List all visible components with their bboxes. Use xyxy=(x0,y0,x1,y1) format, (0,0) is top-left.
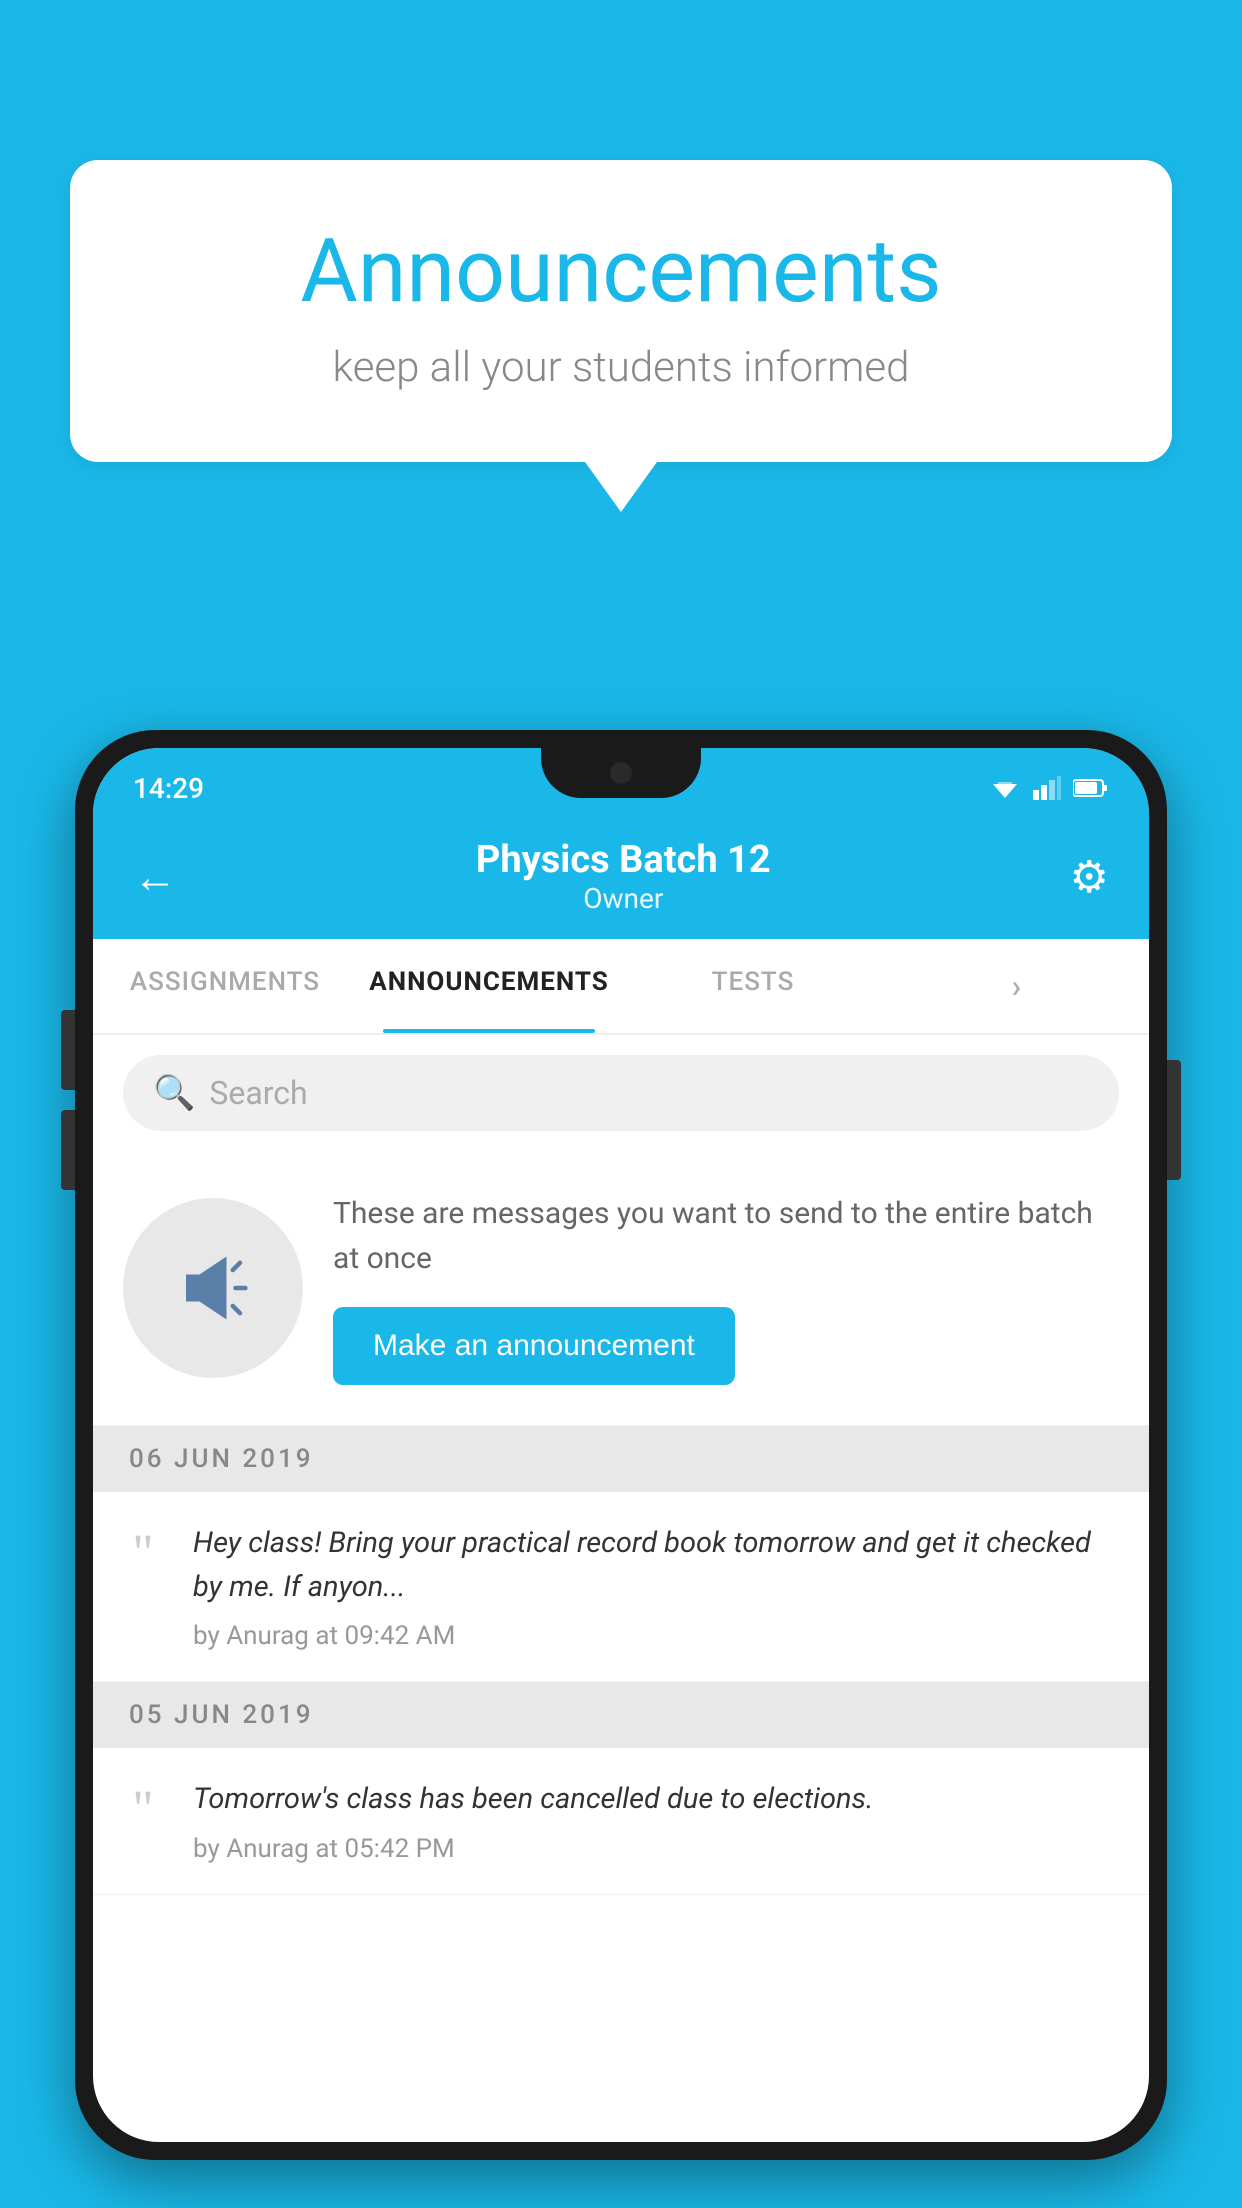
megaphone-icon xyxy=(168,1243,258,1333)
phone-volume-down-button xyxy=(61,1110,75,1190)
phone-notch xyxy=(541,748,701,798)
quote-icon-2: " xyxy=(113,1784,173,1836)
status-icons xyxy=(989,776,1109,800)
announcement-text-2: Tomorrow's class has been cancelled due … xyxy=(193,1778,1119,1822)
tab-more[interactable]: › xyxy=(885,939,1149,1033)
announcement-content-1: Hey class! Bring your practical record b… xyxy=(193,1522,1119,1651)
tab-announcements[interactable]: ANNOUNCEMENTS xyxy=(357,939,621,1033)
phone-power-button xyxy=(1167,1060,1181,1180)
promo-description: These are messages you want to send to t… xyxy=(333,1191,1119,1281)
speech-bubble-title: Announcements xyxy=(150,220,1092,323)
header-title-group: Physics Batch 12 Owner xyxy=(476,838,771,915)
speech-bubble-arrow xyxy=(585,462,657,512)
speech-bubble-subtitle: keep all your students informed xyxy=(150,343,1092,392)
app-header: ← Physics Batch 12 Owner ⚙ xyxy=(93,818,1149,939)
phone-volume-up-button xyxy=(61,1010,75,1090)
announcement-meta-2: by Anurag at 05:42 PM xyxy=(193,1834,1119,1864)
wifi-icon xyxy=(989,776,1021,800)
status-time: 14:29 xyxy=(133,772,204,805)
promo-section: These are messages you want to send to t… xyxy=(93,1151,1149,1426)
phone-camera xyxy=(610,762,632,784)
speech-bubble-section: Announcements keep all your students inf… xyxy=(70,160,1172,512)
phone-screen: 14:29 xyxy=(93,748,1149,2142)
tab-assignments[interactable]: ASSIGNMENTS xyxy=(93,939,357,1033)
signal-icon xyxy=(1033,776,1061,800)
promo-content: These are messages you want to send to t… xyxy=(333,1191,1119,1385)
announcement-meta-1: by Anurag at 09:42 AM xyxy=(193,1621,1119,1651)
quote-icon-1: " xyxy=(113,1528,173,1580)
tabs-bar: ASSIGNMENTS ANNOUNCEMENTS TESTS › xyxy=(93,939,1149,1035)
announcement-item-2[interactable]: " Tomorrow's class has been cancelled du… xyxy=(93,1748,1149,1895)
search-input[interactable]: Search xyxy=(209,1074,307,1112)
announcement-icon-circle xyxy=(123,1198,303,1378)
settings-icon[interactable]: ⚙ xyxy=(1070,851,1109,903)
tab-tests[interactable]: TESTS xyxy=(621,939,885,1033)
make-announcement-button[interactable]: Make an announcement xyxy=(333,1307,735,1385)
search-bar[interactable]: 🔍 Search xyxy=(123,1055,1119,1131)
search-icon: 🔍 xyxy=(153,1073,195,1113)
batch-title: Physics Batch 12 xyxy=(476,838,771,882)
announcement-item-1[interactable]: " Hey class! Bring your practical record… xyxy=(93,1492,1149,1682)
announcement-text-1: Hey class! Bring your practical record b… xyxy=(193,1522,1119,1609)
date-separator-1: 06 JUN 2019 xyxy=(93,1426,1149,1492)
speech-bubble-card: Announcements keep all your students inf… xyxy=(70,160,1172,462)
search-container: 🔍 Search xyxy=(93,1035,1149,1151)
phone-outer-frame: 14:29 xyxy=(75,730,1167,2160)
phone-mockup: 14:29 xyxy=(75,730,1167,2208)
date-separator-2: 05 JUN 2019 xyxy=(93,1682,1149,1748)
announcement-content-2: Tomorrow's class has been cancelled due … xyxy=(193,1778,1119,1864)
back-button[interactable]: ← xyxy=(133,851,177,903)
batch-role: Owner xyxy=(476,882,771,915)
battery-icon xyxy=(1073,778,1109,798)
